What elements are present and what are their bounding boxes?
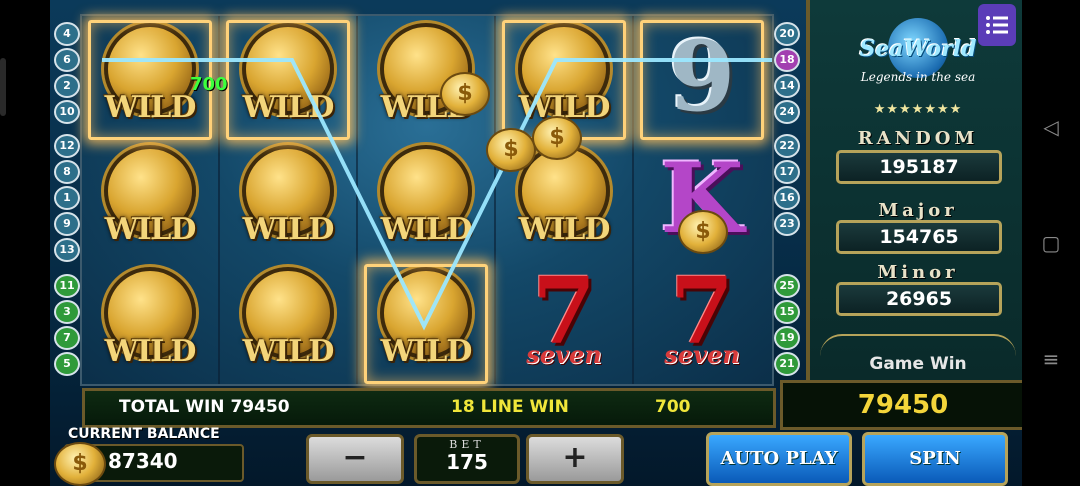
line-marker[interactable]: 23 <box>774 212 800 236</box>
line-marker[interactable]: 15 <box>774 300 800 324</box>
line-marker[interactable]: 7 <box>54 326 80 350</box>
line-marker[interactable]: 14 <box>774 74 800 98</box>
line-win-text: 18 LINE WIN <box>451 397 569 417</box>
dollar-coin-icon: $ <box>532 116 582 160</box>
slot-game: WILD WILD WILD WILD WILD WILD WILD WILD … <box>50 0 1022 486</box>
dollar-coin-icon: $ <box>678 210 728 254</box>
logo-subtitle: Legends in the sea <box>860 70 976 84</box>
line-marker[interactable]: 9 <box>54 212 80 236</box>
line-marker[interactable]: 8 <box>54 160 80 184</box>
line-marker[interactable]: 1 <box>54 186 80 210</box>
line-marker[interactable]: 13 <box>54 238 80 262</box>
line-marker[interactable]: 2 <box>54 74 80 98</box>
system-nav-bar: ◁ ▢ ≡ <box>1022 0 1080 486</box>
total-win-text: TOTAL WIN 79450 <box>119 397 290 417</box>
line-marker[interactable]: 20 <box>774 22 800 46</box>
spin-button[interactable]: SPIN <box>862 432 1008 486</box>
line-marker[interactable]: 10 <box>54 100 80 124</box>
dollar-coin-icon: $ <box>54 442 106 486</box>
balance-value: 87340 <box>108 449 178 473</box>
home-icon[interactable]: ▢ <box>1036 228 1066 258</box>
line-marker[interactable]: 19 <box>774 326 800 350</box>
line-win-popup: 700 <box>190 74 228 95</box>
stars-decoration: ★★★★★★★ <box>873 102 963 117</box>
dollar-coin-icon: $ <box>440 72 490 116</box>
line-marker[interactable]: 12 <box>54 134 80 158</box>
line-marker[interactable]: 24 <box>774 100 800 124</box>
balance-label: CURRENT BALANCE <box>68 426 220 442</box>
line-marker[interactable]: 4 <box>54 22 80 46</box>
jackpot-major-label: Major <box>878 200 958 221</box>
bet-decrease-button[interactable]: − <box>306 434 404 484</box>
bet-increase-button[interactable]: + <box>526 434 624 484</box>
game-win-label: Game Win <box>869 354 967 374</box>
side-notch <box>0 58 6 116</box>
line-win-value: 700 <box>655 397 691 417</box>
line-marker[interactable]: 22 <box>774 134 800 158</box>
bet-value: 175 <box>446 450 488 474</box>
recents-icon[interactable]: ≡ <box>1036 344 1066 374</box>
jackpot-random-label: RANDOM <box>857 128 979 149</box>
phone-left-bezel <box>0 0 50 486</box>
jackpot-minor-label: Minor <box>877 262 959 283</box>
bet-display: BET 175 <box>414 434 520 484</box>
win-summary-bar: TOTAL WIN 79450 18 LINE WIN 700 <box>82 388 776 428</box>
line-marker-active[interactable]: 18 <box>774 48 800 72</box>
line-marker[interactable]: 5 <box>54 352 80 376</box>
ornament-divider <box>820 334 1016 356</box>
line-marker[interactable]: 17 <box>774 160 800 184</box>
game-win-value: 79450 <box>780 380 1022 430</box>
logo-name: SeaWorld <box>859 36 977 62</box>
menu-list-icon <box>986 16 1008 34</box>
reel-area: WILD WILD WILD WILD WILD WILD WILD WILD … <box>80 14 774 386</box>
sea-world-logo: SeaWorld Legends in the sea <box>834 18 1002 90</box>
jackpot-panel: SeaWorld Legends in the sea ★★★★★★★ RAND… <box>806 0 1022 382</box>
jackpot-major-value: 154765 <box>836 220 1002 254</box>
win-line <box>102 58 772 331</box>
line-marker[interactable]: 6 <box>54 48 80 72</box>
line-marker[interactable]: 11 <box>54 274 80 298</box>
dollar-coin-icon: $ <box>486 128 536 172</box>
line-marker[interactable]: 3 <box>54 300 80 324</box>
line-marker[interactable]: 25 <box>774 274 800 298</box>
auto-play-button[interactable]: AUTO PLAY <box>706 432 852 486</box>
line-marker[interactable]: 21 <box>774 352 800 376</box>
menu-button[interactable] <box>978 4 1016 46</box>
line-marker[interactable]: 16 <box>774 186 800 210</box>
jackpot-random-value: 195187 <box>836 150 1002 184</box>
back-icon[interactable]: ◁ <box>1036 112 1066 142</box>
jackpot-minor-value: 26965 <box>836 282 1002 316</box>
